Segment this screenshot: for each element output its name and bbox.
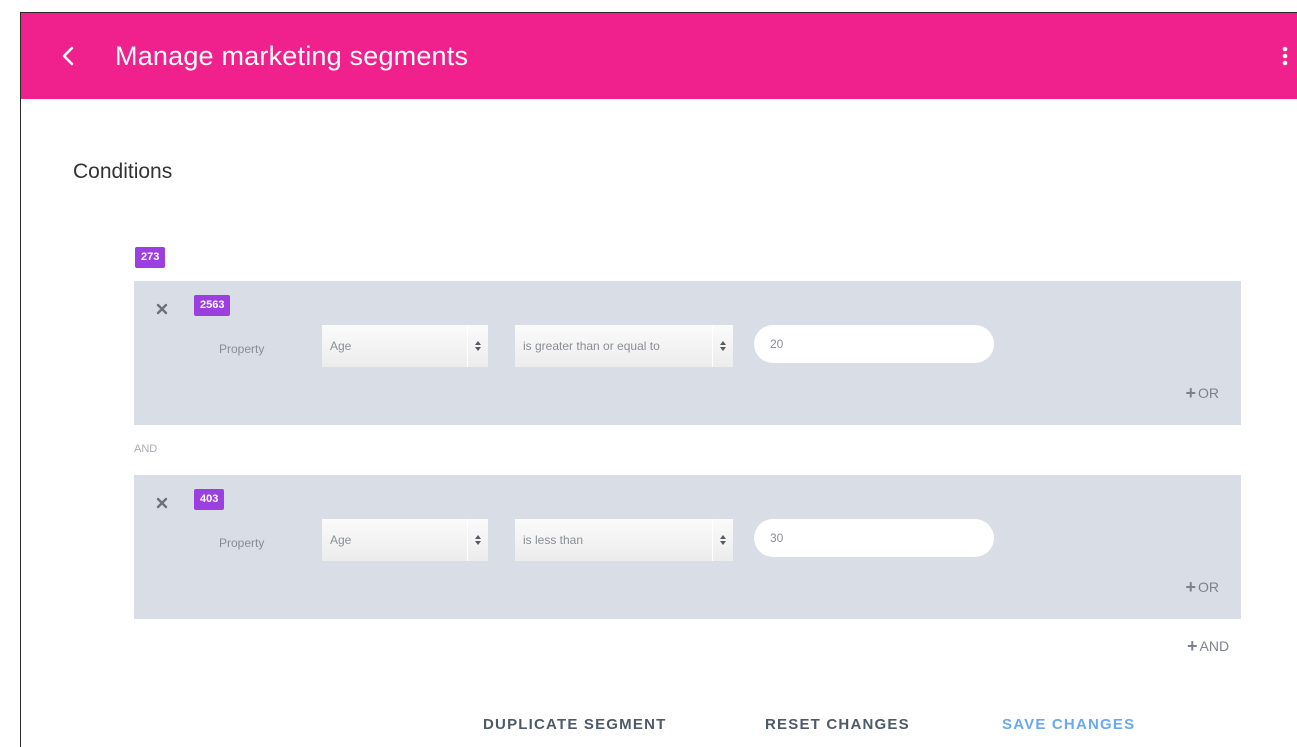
app-frame: Manage marketing segments Conditions 273… <box>20 12 1297 747</box>
conditions-heading: Conditions <box>73 160 173 183</box>
condition-group: 403 Property Age is less than + OR <box>134 475 1241 619</box>
plus-icon: + <box>1187 636 1198 656</box>
condition-value-input[interactable] <box>754 325 994 363</box>
select-arrows-icon <box>712 325 733 367</box>
select-arrows-icon <box>467 325 488 367</box>
select-arrows-icon <box>467 519 488 561</box>
chevron-left-icon <box>62 46 74 66</box>
operator-select-value: is less than <box>523 533 584 547</box>
close-icon <box>156 303 168 315</box>
reset-changes-button[interactable]: RESET CHANGES <box>765 716 910 733</box>
page-title: Manage marketing segments <box>115 41 469 71</box>
operator-select[interactable]: is less than <box>515 519 733 561</box>
condition-value-input[interactable] <box>754 519 994 557</box>
add-and-button[interactable]: + AND <box>1187 636 1230 656</box>
add-or-label: OR <box>1198 385 1219 401</box>
property-label: Property <box>219 536 265 550</box>
property-select-value: Age <box>330 533 352 547</box>
save-changes-button[interactable]: SAVE CHANGES <box>1002 716 1135 733</box>
more-options-button[interactable] <box>1277 41 1293 71</box>
app-bar: Manage marketing segments <box>21 13 1297 99</box>
property-select-value: Age <box>330 339 352 353</box>
duplicate-segment-button[interactable]: DUPLICATE SEGMENT <box>483 716 666 733</box>
operator-select[interactable]: is greater than or equal to <box>515 325 733 367</box>
operator-select-value: is greater than or equal to <box>523 339 660 353</box>
add-or-button[interactable]: + OR <box>1185 577 1219 597</box>
property-label: Property <box>219 342 265 356</box>
and-joiner-label: AND <box>134 443 158 455</box>
add-and-label: AND <box>1199 638 1230 654</box>
add-or-button[interactable]: + OR <box>1185 383 1219 403</box>
plus-icon: + <box>1185 577 1196 597</box>
close-icon <box>156 497 168 509</box>
root-count-badge: 273 <box>135 247 166 268</box>
property-select[interactable]: Age <box>322 325 488 367</box>
remove-group-button[interactable] <box>154 495 170 511</box>
property-select[interactable]: Age <box>322 519 488 561</box>
more-vert-icon <box>1282 46 1288 66</box>
condition-group: 2563 Property Age is greater than or equ… <box>134 281 1241 425</box>
add-or-label: OR <box>1198 579 1219 595</box>
group-count-badge: 403 <box>194 489 225 510</box>
remove-group-button[interactable] <box>154 301 170 317</box>
plus-icon: + <box>1185 383 1196 403</box>
select-arrows-icon <box>712 519 733 561</box>
back-button[interactable] <box>53 38 83 74</box>
group-count-badge: 2563 <box>194 295 231 316</box>
